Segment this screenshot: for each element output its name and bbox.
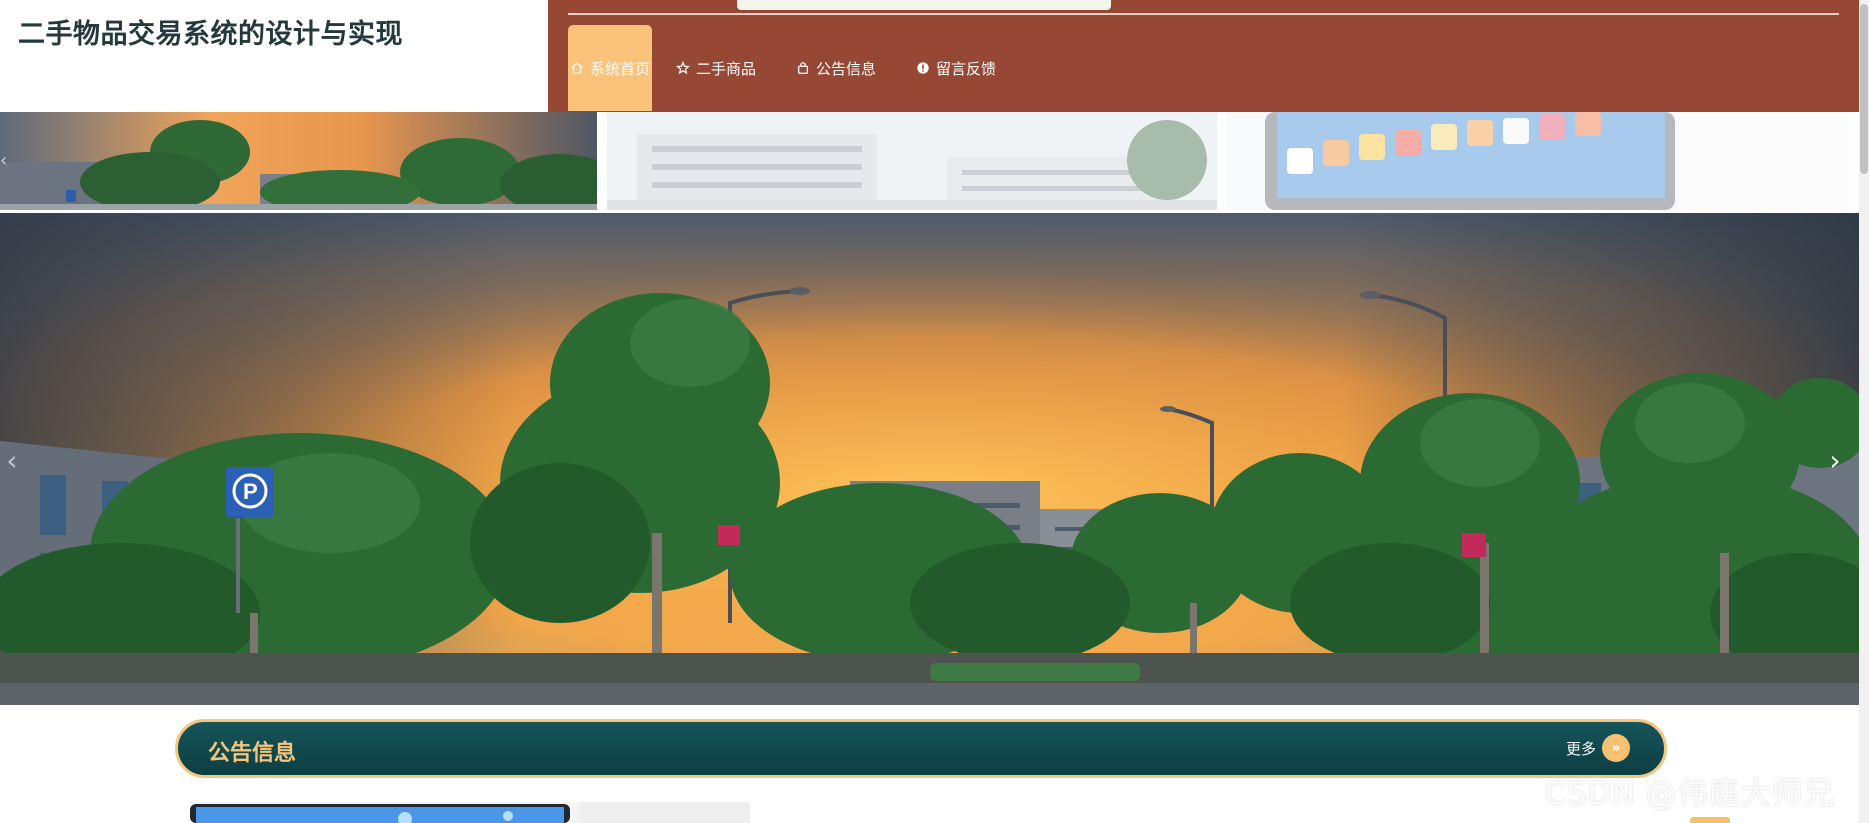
- chevron-right-icon[interactable]: ›: [1823, 444, 1847, 478]
- bag-icon: [797, 62, 809, 74]
- nav-item-home[interactable]: 系统首页: [568, 25, 652, 111]
- main-nav-bar: 系统首页 二手商品 公告信息 留言反馈: [548, 0, 1859, 112]
- nav-item-label: 留言反馈: [936, 59, 997, 78]
- image-icon: [190, 802, 750, 823]
- main-banner[interactable]: P ‹ ›: [0, 213, 1859, 705]
- site-title: 二手物品交易系统的设计与实现: [18, 19, 403, 50]
- decorative-accent: [1690, 817, 1730, 823]
- star-icon: [676, 61, 690, 75]
- nav-item-label: 系统首页: [589, 59, 650, 78]
- nav-item-notices[interactable]: 公告信息: [776, 25, 896, 111]
- notice-more-link[interactable]: 更多 »: [1566, 734, 1630, 762]
- notice-more-label: 更多: [1565, 739, 1596, 758]
- nav-item-products[interactable]: 二手商品: [656, 25, 776, 111]
- image-icon: [607, 112, 1217, 210]
- nav-item-label: 二手商品: [696, 59, 757, 78]
- nav-divider: [568, 13, 1839, 15]
- main-nav: 系统首页 二手商品 公告信息 留言反馈: [568, 25, 1016, 111]
- brand-area: 二手物品交易系统的设计与实现: [0, 0, 548, 112]
- scrollbar-thumb[interactable]: [1860, 4, 1868, 174]
- csdn-watermark: CSDN @伟庭大师兄: [1545, 776, 1835, 812]
- image-icon: [0, 112, 598, 210]
- home-icon: [571, 62, 583, 74]
- nav-item-feedback[interactable]: 留言反馈: [896, 25, 1016, 111]
- notice-item-thumbnail[interactable]: [190, 802, 750, 823]
- carousel-thumb-3[interactable]: [1226, 112, 1850, 210]
- site-header: 二手物品交易系统的设计与实现 系统首页 二手商品 公告信息 留言反馈: [0, 0, 1869, 112]
- info-icon: [917, 62, 929, 74]
- notice-section-header: 公告信息 更多 »: [175, 719, 1667, 778]
- chevron-left-icon[interactable]: ‹: [0, 150, 14, 171]
- image-icon: P: [0, 213, 1859, 705]
- carousel-thumbnails: [0, 112, 1859, 210]
- page-scrollbar[interactable]: [1859, 0, 1869, 823]
- nav-item-label: 公告信息: [816, 59, 877, 78]
- carousel-thumb-1[interactable]: [0, 112, 598, 210]
- notice-section-title: 公告信息: [208, 741, 297, 766]
- chevron-left-icon[interactable]: ‹: [0, 444, 24, 478]
- svg-text:P: P: [243, 479, 258, 504]
- image-icon: [1226, 112, 1850, 210]
- double-chevron-right-icon: »: [1602, 734, 1630, 762]
- carousel-thumb-2[interactable]: [607, 112, 1217, 210]
- top-tab-indicator: [737, 0, 1111, 10]
